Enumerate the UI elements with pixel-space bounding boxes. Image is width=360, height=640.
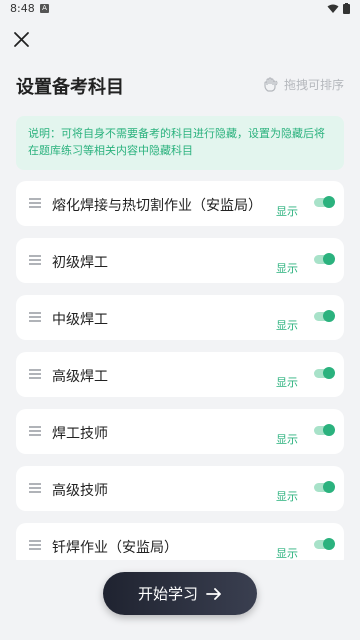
battery-icon <box>343 3 350 14</box>
subject-label: 初级焊工 <box>52 255 108 271</box>
visibility-toggle[interactable] <box>314 538 335 550</box>
status-label: 显示 <box>276 490 298 503</box>
page-title: 设置备考科目 <box>16 77 124 98</box>
status-label: 显示 <box>276 319 298 332</box>
drag-handle-icon[interactable] <box>29 312 41 322</box>
subject-label: 熔化焊接与热切割作业（安监局） <box>52 198 262 214</box>
subject-label: 高级焊工 <box>52 369 108 385</box>
status-label: 显示 <box>276 433 298 446</box>
status-label: 显示 <box>276 376 298 389</box>
status-label: 显示 <box>276 262 298 275</box>
visibility-toggle[interactable] <box>314 481 335 493</box>
list-item[interactable]: 初级焊工 显示 <box>16 238 344 283</box>
list-item[interactable]: 焊工技师 显示 <box>16 409 344 454</box>
status-icons <box>327 3 350 14</box>
subject-label: 钎焊作业（安监局） <box>52 540 178 556</box>
visibility-toggle[interactable] <box>314 310 335 322</box>
notification-icon: A <box>40 4 49 13</box>
hand-drag-icon <box>264 76 278 92</box>
visibility-toggle[interactable] <box>314 253 335 265</box>
drag-hint-label: 拖拽可排序 <box>283 78 344 92</box>
start-learning-button[interactable]: 开始学习 <box>103 572 257 615</box>
drag-handle-icon[interactable] <box>29 369 41 379</box>
visibility-toggle[interactable] <box>314 424 335 436</box>
status-label: 显示 <box>276 205 298 218</box>
subject-label: 高级技师 <box>52 483 108 499</box>
drag-handle-icon[interactable] <box>29 483 41 493</box>
notice-box: 说明：可将自身不需要备考的科目进行隐藏，设置为隐藏后将在题库练习等相关内容中隐藏… <box>16 116 344 170</box>
start-learning-label: 开始学习 <box>137 585 198 603</box>
subject-list: 熔化焊接与热切割作业（安监局） 显示 初级焊工 显示 中级焊工 显示 高级焊工 … <box>16 181 344 580</box>
status-time: 8:48 <box>10 2 35 15</box>
drag-hint: 拖拽可排序 <box>262 76 344 93</box>
drag-handle-icon[interactable] <box>29 255 41 265</box>
drag-handle-icon[interactable] <box>29 540 41 550</box>
status-label: 显示 <box>276 547 298 560</box>
list-item[interactable]: 中级焊工 显示 <box>16 295 344 340</box>
close-button[interactable] <box>10 28 34 52</box>
arrow-right-icon <box>206 587 221 600</box>
list-item[interactable]: 熔化焊接与热切割作业（安监局） 显示 <box>16 181 344 226</box>
visibility-toggle[interactable] <box>314 196 335 208</box>
list-item[interactable]: 高级技师 显示 <box>16 466 344 511</box>
visibility-toggle[interactable] <box>314 367 335 379</box>
wifi-icon <box>327 4 339 13</box>
subject-label: 中级焊工 <box>52 312 108 328</box>
status-bar: 8:48 A <box>0 0 360 18</box>
list-item[interactable]: 高级焊工 显示 <box>16 352 344 397</box>
close-icon <box>14 32 29 47</box>
subject-label: 焊工技师 <box>52 426 108 442</box>
drag-handle-icon[interactable] <box>29 426 41 436</box>
drag-handle-icon[interactable] <box>29 198 41 208</box>
